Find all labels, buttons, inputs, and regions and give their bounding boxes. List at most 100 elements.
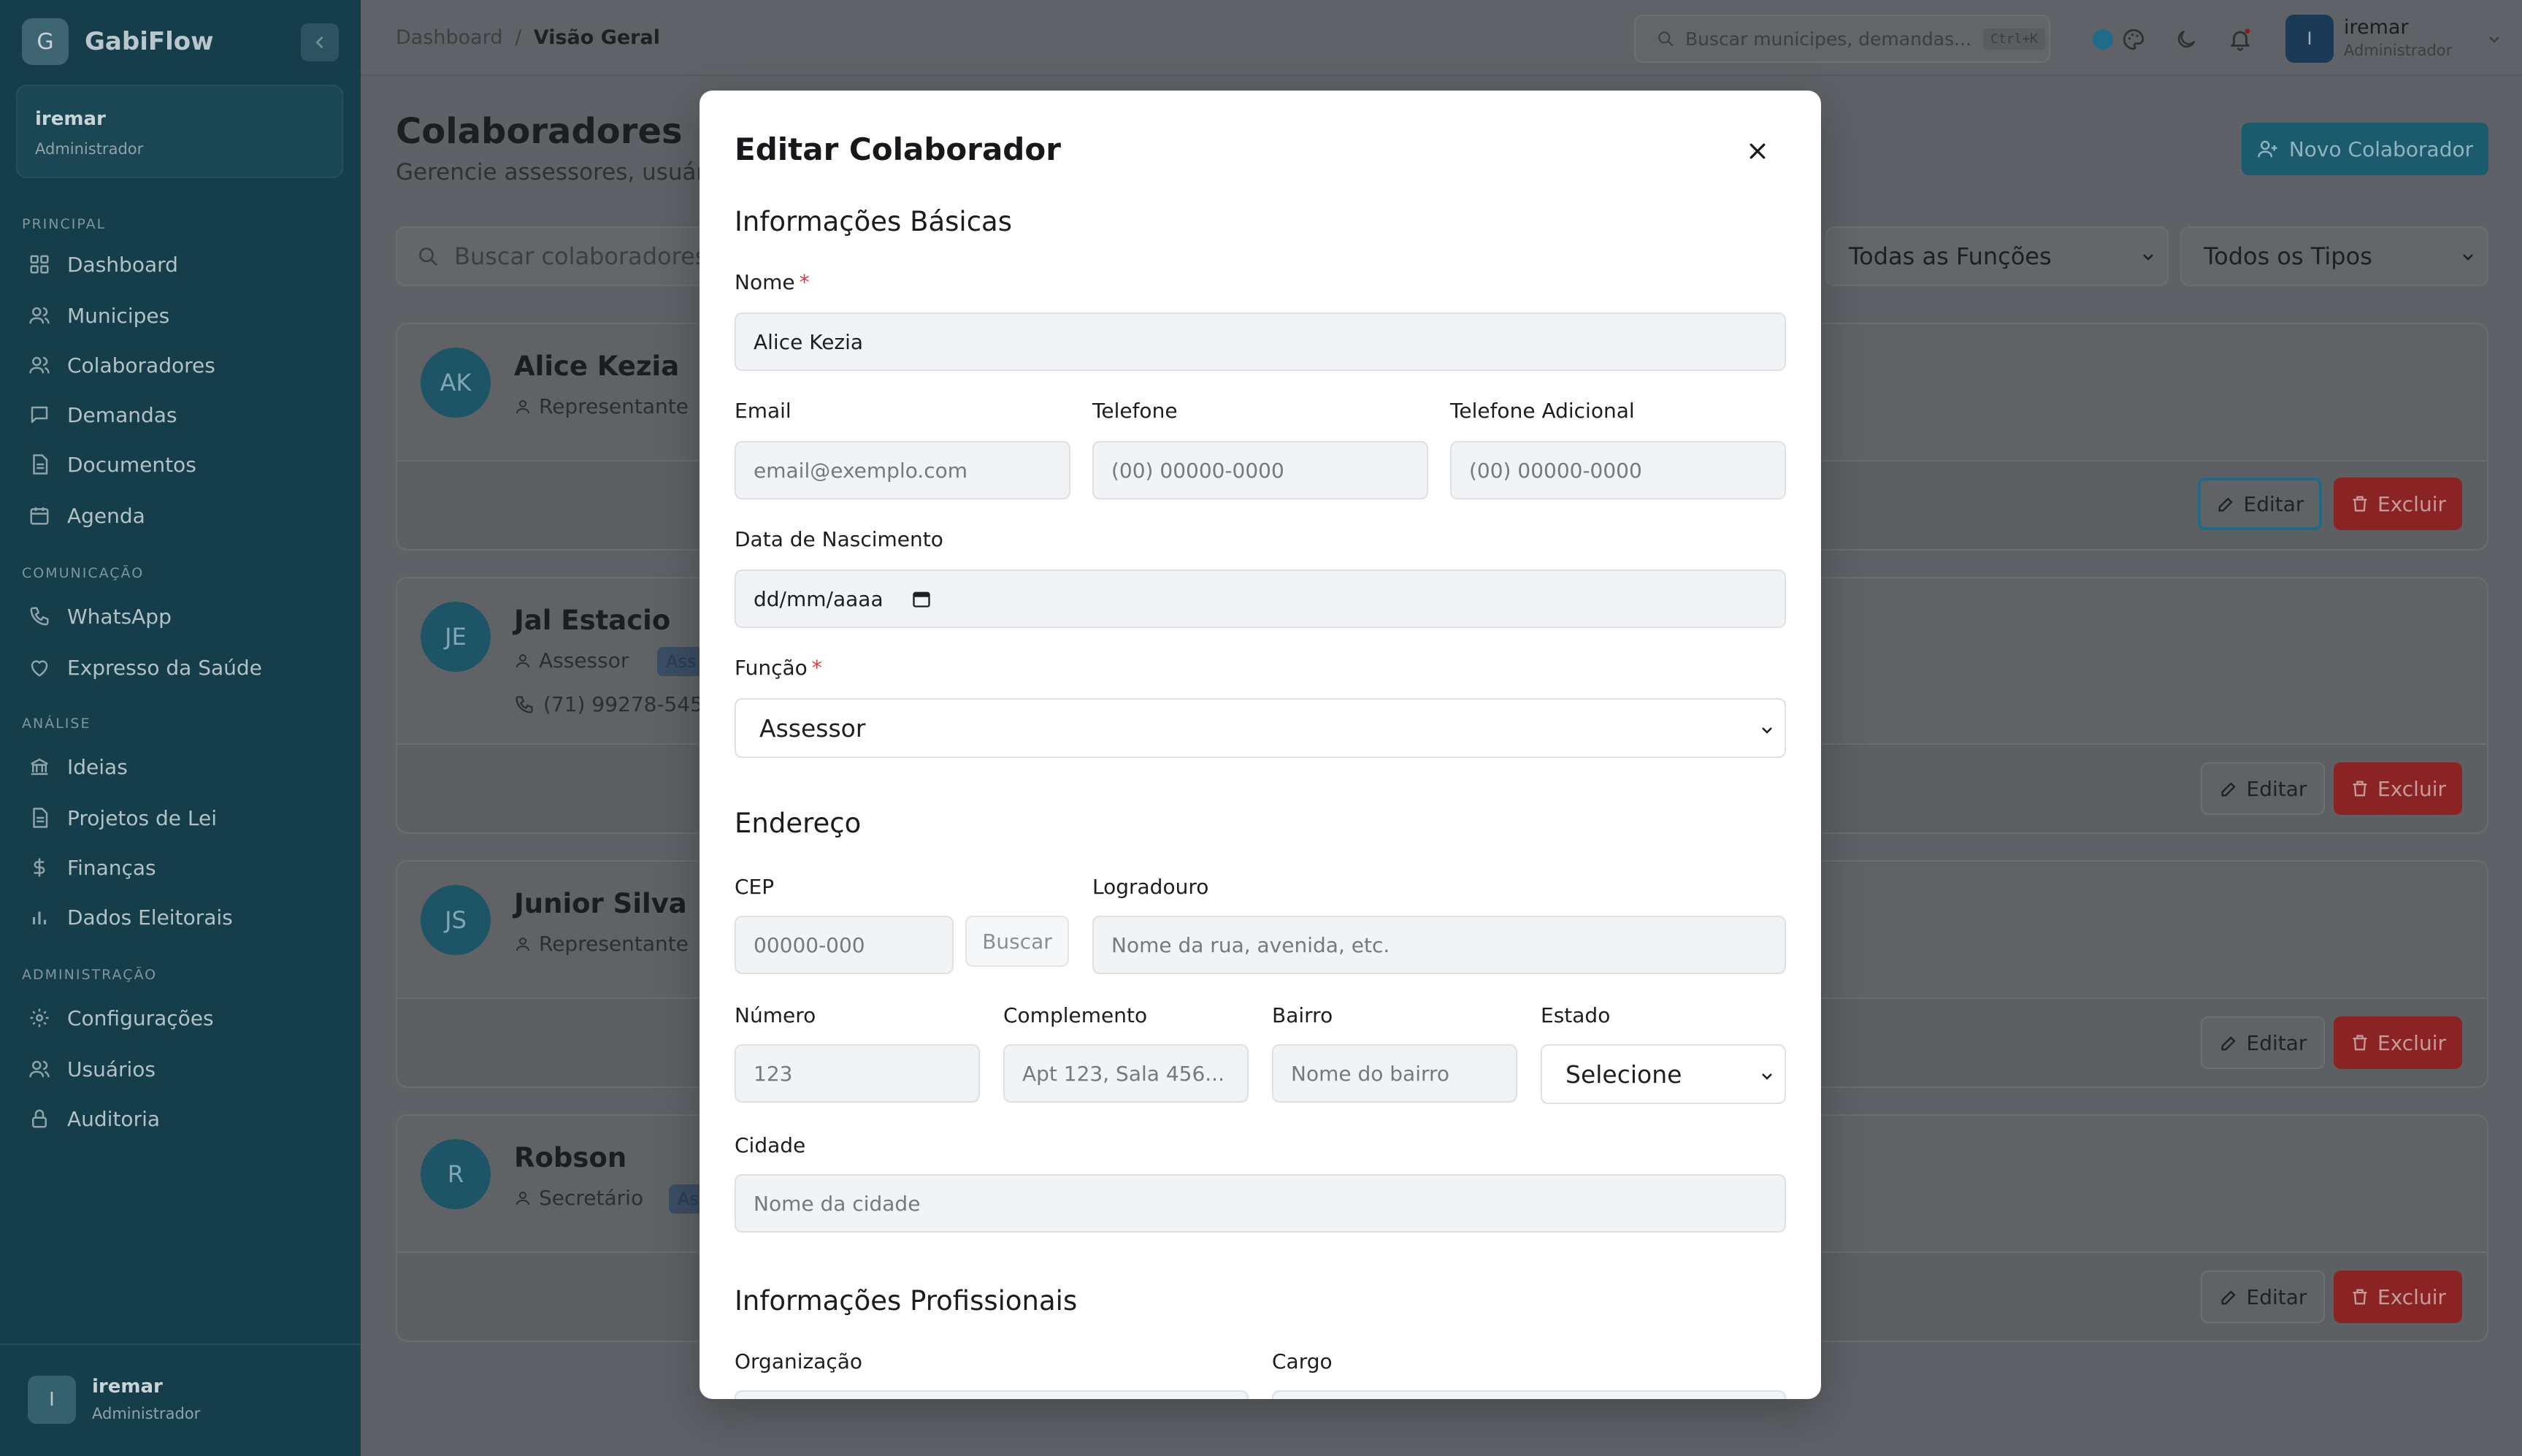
sidebar-item-dados-eleitorais[interactable]: Dados Eleitorais <box>26 897 340 938</box>
district-label: Bairro <box>1272 1003 1333 1027</box>
topbar-user-name: iremar <box>2344 16 2409 39</box>
function-filter-select[interactable]: Todas as Funções <box>1825 226 2169 286</box>
delete-label: Excluir <box>2377 1284 2446 1309</box>
phone2-field[interactable]: (00) 00000-0000 <box>1450 441 1786 499</box>
state-select[interactable]: Selecione <box>1541 1044 1786 1104</box>
delete-label: Excluir <box>2377 776 2446 801</box>
delete-button[interactable]: Excluir <box>2334 762 2462 815</box>
status-badge: Ass <box>657 647 705 676</box>
sidebar-item-agenda[interactable]: Agenda <box>26 495 340 536</box>
collaborator-phone: (71) 99278-5452 <box>514 692 716 716</box>
search-shortcut: Ctrl+K <box>1982 28 2046 50</box>
sidebar-item-label: Documentos <box>67 452 196 477</box>
sidebar-item-label: Auditoria <box>67 1106 161 1131</box>
trash-icon <box>2353 781 2367 797</box>
sidebar-item-demandas[interactable]: Demandas <box>26 394 340 435</box>
palette-icon[interactable] <box>2119 25 2148 54</box>
sidebar-footer-user[interactable]: I iremar Administrador <box>0 1344 361 1456</box>
page-subtitle: Gerencie assessores, usuários <box>396 159 738 185</box>
avatar[interactable]: I <box>2285 15 2334 63</box>
edit-icon <box>2221 1290 2236 1305</box>
bell-icon[interactable] <box>2226 25 2255 54</box>
name-field[interactable]: Alice Kezia <box>735 313 1786 371</box>
avatar: JE <box>421 602 491 672</box>
global-search-input[interactable]: Buscar municipes, demandas... Ctrl+K <box>1634 15 2050 63</box>
sidebar-item-label: Configurações <box>67 1005 214 1030</box>
sidebar-item-label: Expresso da Saúde <box>67 655 262 680</box>
type-filter-select[interactable]: Todos os Tipos <box>2180 226 2488 286</box>
chevron-down-icon <box>2143 254 2153 261</box>
birth-date-field[interactable]: dd/mm/aaaa <box>735 570 1786 628</box>
breadcrumb-root[interactable]: Dashboard <box>396 26 502 49</box>
phone-field[interactable]: (00) 00000-0000 <box>1092 441 1428 499</box>
sidebar-item-documentos[interactable]: Documentos <box>26 444 340 485</box>
trash-icon <box>2353 1035 2367 1051</box>
email-field[interactable]: email@exemplo.com <box>735 441 1070 499</box>
breadcrumb: Dashboard / Visão Geral <box>396 26 660 49</box>
function-select[interactable]: Assessor <box>735 698 1786 758</box>
edit-button[interactable]: Editar <box>2201 1016 2325 1069</box>
new-collaborator-button[interactable]: Novo Colaborador <box>2242 123 2488 175</box>
topbar: Dashboard / Visão Geral Buscar municipes… <box>361 0 2522 76</box>
collaborator-name: Robson <box>514 1142 627 1173</box>
district-field[interactable]: Nome do bairro <box>1272 1044 1517 1103</box>
sidebar-item-dashboard[interactable]: Dashboard <box>26 244 340 285</box>
delete-button[interactable]: Excluir <box>2334 1016 2462 1069</box>
sidebar-item-projetos-lei[interactable]: Projetos de Lei <box>26 797 340 838</box>
collapse-sidebar-button[interactable] <box>301 23 339 61</box>
lock-icon <box>26 1106 53 1132</box>
collaborator-role: Assessor <box>514 648 629 673</box>
topbar-user-menu[interactable]: iremar Administrador <box>2344 16 2452 59</box>
position-label: Cargo <box>1272 1349 1333 1373</box>
sidebar-item-usuarios[interactable]: Usuários <box>26 1049 340 1089</box>
function-filter-value: Todas as Funções <box>1849 242 2052 270</box>
function-label: Função * <box>735 656 822 680</box>
collaborator-phone-text: (71) 99278-5452 <box>543 692 716 716</box>
sidebar-item-ideias[interactable]: Ideias <box>26 746 340 787</box>
number-field[interactable]: 123 <box>735 1044 980 1103</box>
phone2-label: Telefone Adicional <box>1450 399 1635 423</box>
position-field[interactable] <box>1272 1390 1786 1399</box>
sidebar-item-auditoria[interactable]: Auditoria <box>26 1098 340 1139</box>
edit-label: Editar <box>2246 776 2307 801</box>
section-comunicacao: COMUNICAÇÃO <box>22 565 145 581</box>
trash-icon <box>2353 1289 2367 1305</box>
collaborator-search-input[interactable]: Buscar colaboradores... <box>396 226 746 286</box>
close-button[interactable] <box>1736 130 1779 172</box>
street-field[interactable]: Nome da rua, avenida, etc. <box>1092 916 1786 974</box>
chevron-down-icon[interactable] <box>2480 25 2509 54</box>
type-filter-value: Todos os Tipos <box>2204 242 2372 270</box>
phone-icon <box>26 603 53 629</box>
organization-field[interactable] <box>735 1390 1249 1399</box>
complement-field[interactable]: Apt 123, Sala 456... <box>1003 1044 1249 1103</box>
state-value: Selecione <box>1565 1060 1682 1089</box>
collaborator-role: Representante <box>514 932 689 956</box>
city-field[interactable]: Nome da cidade <box>735 1174 1786 1233</box>
edit-button[interactable]: Editar <box>2201 762 2325 815</box>
calendar-icon[interactable] <box>911 589 932 609</box>
edit-button[interactable]: Editar <box>2201 1271 2325 1323</box>
delete-button[interactable]: Excluir <box>2334 478 2462 530</box>
footer-user-role: Administrador <box>92 1405 201 1422</box>
sidebar-user-card[interactable]: iremar Administrador <box>16 85 343 178</box>
user-icon <box>516 1191 529 1205</box>
modal-title: Editar Colaborador <box>735 131 1061 167</box>
status-dot-icon[interactable] <box>2088 25 2117 54</box>
sidebar-item-configuracoes[interactable]: Configurações <box>26 997 340 1038</box>
sidebar-item-expresso-saude[interactable]: Expresso da Saúde <box>26 647 340 688</box>
sidebar-item-municipes[interactable]: Municipes <box>26 295 340 336</box>
sidebar-item-whatsapp[interactable]: WhatsApp <box>26 596 340 637</box>
search-icon <box>1658 31 1674 47</box>
sidebar-item-label: Usuários <box>67 1057 156 1081</box>
delete-button[interactable]: Excluir <box>2334 1271 2462 1323</box>
search-cep-button[interactable]: Buscar <box>965 916 1069 967</box>
edit-button[interactable]: Editar <box>2198 478 2322 530</box>
sidebar-item-label: Projetos de Lei <box>67 805 218 830</box>
sidebar-item-colaboradores[interactable]: Colaboradores <box>26 345 340 386</box>
moon-icon[interactable] <box>2172 25 2201 54</box>
birth-date-placeholder: dd/mm/aaaa <box>754 586 884 611</box>
cep-field[interactable]: 00000-000 <box>735 916 954 974</box>
name-label: Nome * <box>735 270 810 294</box>
cep-label: CEP <box>735 875 775 899</box>
sidebar-item-financas[interactable]: Finanças <box>26 847 340 888</box>
